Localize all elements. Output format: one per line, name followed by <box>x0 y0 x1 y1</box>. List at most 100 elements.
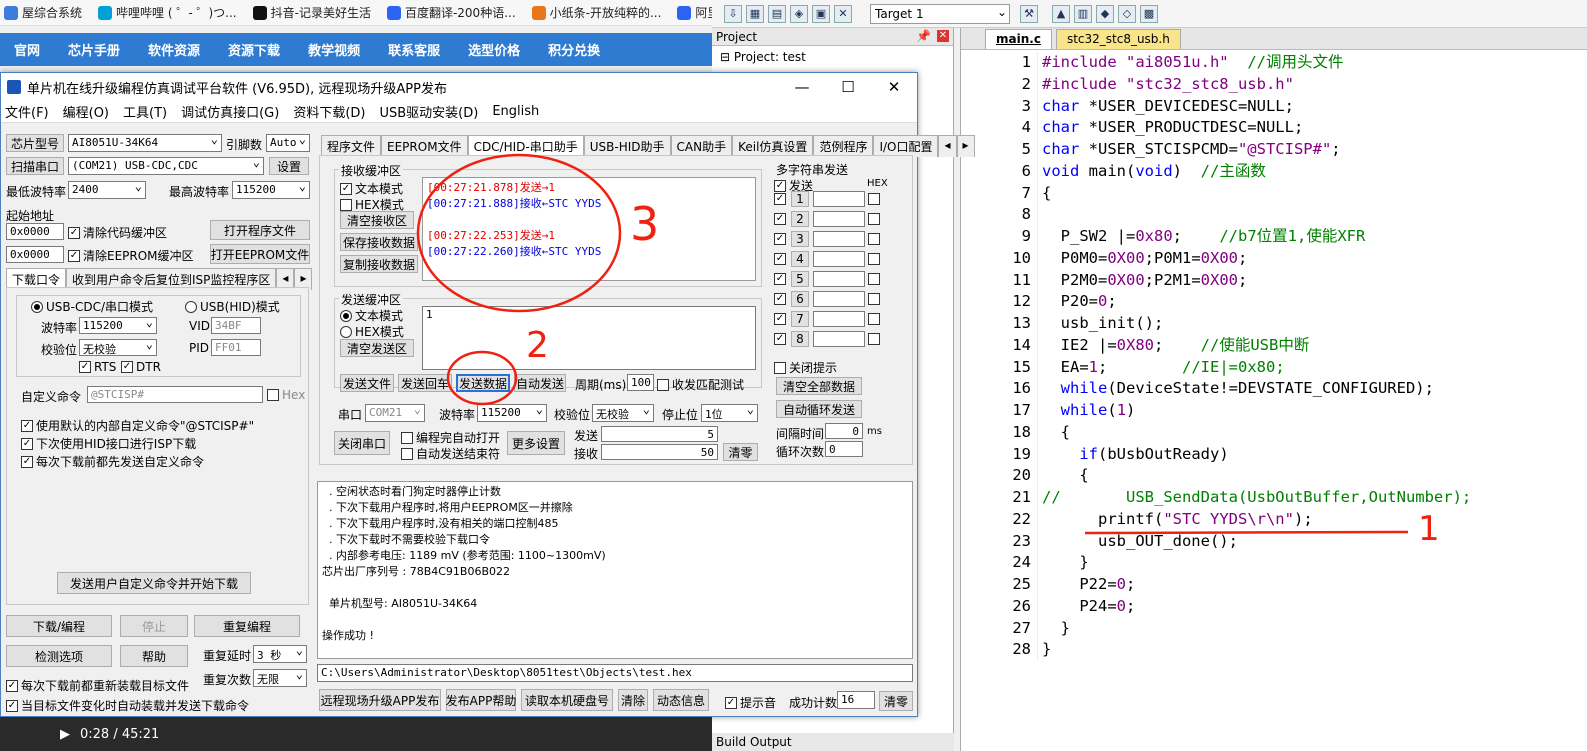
cdc-mode-radio[interactable]: USB-CDC/串口模式 <box>31 298 153 315</box>
settings-button[interactable]: 设置 <box>269 157 309 175</box>
code-line[interactable]: 21// USB_SendData(UsbOutBuffer,OutNumber… <box>961 487 1587 509</box>
multi-send-button[interactable]: 3 <box>791 231 809 247</box>
file-path-field[interactable]: C:\Users\Administrator\Desktop\8051test\… <box>317 664 913 682</box>
code-line[interactable]: 16 while(DeviceState!=DEVSTATE_CONFIGURE… <box>961 378 1587 400</box>
code-line[interactable]: 22 printf("STC YYDS\r\n"); <box>961 508 1587 531</box>
code-line[interactable]: 17 while(1) <box>961 400 1587 422</box>
books-icon[interactable]: ▥ <box>1074 4 1092 23</box>
nav-link[interactable]: 软件资源 <box>134 40 214 59</box>
multi-hex-checkbox[interactable] <box>868 293 880 305</box>
send-file-button[interactable]: 发送文件 <box>340 374 394 392</box>
loop-count-input[interactable]: 0 <box>825 441 863 457</box>
reload-checkbox[interactable]: ✓ 每次下载前都重新装载目标文件 <box>6 677 189 694</box>
bottom-button[interactable]: 清除 <box>618 689 648 711</box>
multi-string-input[interactable] <box>813 231 865 247</box>
code-line[interactable]: 9 P_SW2 |=0x80; //b7位置1,使能XFR <box>961 226 1587 248</box>
close-icon[interactable]: ✕ <box>871 73 917 101</box>
save-receive-button[interactable]: 保存接收数据 <box>340 233 418 251</box>
code-line[interactable]: 14 IE2 |=0X80; //使能USB中断 <box>961 334 1587 357</box>
multi-send-button[interactable]: 8 <box>791 331 809 347</box>
code-line[interactable]: 3 char *USER_DEVICEDESC=NULL; <box>961 95 1587 118</box>
target-select[interactable]: Target 1 ⌄ <box>870 3 1010 24</box>
pack-icon[interactable]: ◇ <box>1118 4 1136 23</box>
multi-enable-checkbox[interactable]: ✓ <box>774 333 786 345</box>
send-textarea[interactable]: 1 <box>422 306 756 370</box>
tab-1[interactable]: 程序文件 <box>321 135 382 157</box>
eeprom-address-input[interactable]: 0x0000 <box>6 246 64 263</box>
more-settings-button[interactable]: 更多设置 <box>507 431 565 455</box>
code-line[interactable]: 1 #include "ai8051u.h" //调用头文件 <box>961 52 1587 74</box>
send-hex-mode-radio[interactable]: HEX模式 <box>340 323 404 340</box>
close-tip-checkbox[interactable]: 关闭提示 <box>774 359 837 376</box>
repeat-program-button[interactable]: 重复编程 <box>194 615 300 637</box>
auto-load-checkbox[interactable]: ✓ 当目标文件变化时自动装载并发送下载命令 <box>6 697 249 714</box>
help-button[interactable]: 帮助 <box>120 645 188 667</box>
code-line[interactable]: 19 if(bUsbOutReady) <box>961 443 1587 466</box>
menu-item[interactable]: 工具(T) <box>123 102 167 121</box>
multi-send-button[interactable]: 6 <box>791 291 809 307</box>
nav-link[interactable]: 联系客服 <box>374 40 454 59</box>
code-line[interactable]: 26 P24=0; <box>961 595 1587 618</box>
repeat-count-select[interactable]: 无限 <box>253 669 307 687</box>
parity2-select[interactable]: 无校验 <box>592 404 654 422</box>
hid-download-checkbox[interactable]: ✓ 下次使用HID接口进行ISP下载 <box>21 435 196 452</box>
code-line[interactable]: 4 char *USER_PRODUCTDESC=NULL; <box>961 117 1587 139</box>
multi-string-input[interactable] <box>813 251 865 267</box>
multi-hex-checkbox[interactable] <box>868 333 880 345</box>
tab-scroll-right[interactable]: ▸ <box>956 135 975 157</box>
code-line[interactable]: 27 } <box>961 617 1587 640</box>
code-line[interactable]: 15 EA=1; //IE|=0x80; <box>961 356 1587 379</box>
serial-port-select[interactable]: COM21 <box>365 404 425 422</box>
bottom-button[interactable]: 读取本机硬盘号 <box>521 689 613 711</box>
multi-string-input[interactable] <box>813 331 865 347</box>
manage-icon[interactable]: ▲ <box>1052 4 1070 23</box>
bottom-button[interactable]: 远程现场升级APP发布 <box>319 689 441 711</box>
multi-enable-checkbox[interactable]: ✓ <box>774 193 786 205</box>
send-custom-checkbox[interactable]: ✓ 每次下载前都先发送自定义命令 <box>21 453 204 470</box>
open-eeprom-button[interactable]: 打开EEPROM文件 <box>210 244 310 264</box>
multi-string-input[interactable] <box>813 311 865 327</box>
download-program-button[interactable]: 下载/编程 <box>6 615 112 637</box>
multi-send-button[interactable]: 4 <box>791 251 809 267</box>
bottom-button[interactable]: 发布APP帮助 <box>446 689 516 711</box>
code-line[interactable]: 6 void main(void) //主函数 <box>961 160 1587 183</box>
clear-count-button[interactable]: 清零 <box>723 443 758 461</box>
clear-success-button[interactable]: 清零 <box>879 691 913 711</box>
rts-checkbox[interactable]: ✓ RTS <box>79 360 116 374</box>
code-line[interactable]: 2 #include "stc32_stc8_usb.h" <box>961 73 1587 96</box>
nav-link[interactable]: 资源下载 <box>214 40 294 59</box>
close-port-button[interactable]: 关闭串口 <box>334 431 390 455</box>
menu-item[interactable]: 调试仿真接口(G) <box>181 102 279 121</box>
menu-item[interactable]: 资料下载(D) <box>293 102 365 121</box>
code-line[interactable]: 24 } <box>961 552 1587 574</box>
pack-installer-icon[interactable]: ▩ <box>1140 4 1158 23</box>
bookmark-item[interactable]: 屋综合系统 <box>4 4 82 21</box>
pins-select[interactable]: Auto <box>266 134 310 152</box>
bookmark-item[interactable]: 小纸条-开放纯粹的... <box>531 4 661 21</box>
stop-button[interactable]: 停止 <box>120 615 188 637</box>
code-line[interactable]: 25 P22=0; <box>961 574 1587 596</box>
nav-link[interactable]: 芯片手册 <box>54 40 134 59</box>
tab-main-c[interactable]: main.c <box>985 29 1052 49</box>
auto-open-checkbox[interactable]: 编程完自动打开 <box>401 429 500 446</box>
port-select[interactable]: (COM21) USB-CDC,CDC <box>68 157 264 175</box>
code-line[interactable]: 7{ <box>961 182 1587 205</box>
multi-string-input[interactable] <box>813 291 865 307</box>
baud2-select[interactable]: 115200 <box>477 404 547 422</box>
code-line[interactable]: 12 P20=0; <box>961 291 1587 313</box>
nav-link[interactable]: 官网 <box>0 40 54 59</box>
menu-item[interactable]: 编程(O) <box>63 102 109 121</box>
nav-link[interactable]: 积分兑换 <box>534 40 614 59</box>
scan-port-button[interactable]: 扫描串口 <box>6 157 64 175</box>
tab-scroll-left[interactable]: ◂ <box>938 135 957 157</box>
min-baud-select[interactable]: 2400 <box>68 181 146 199</box>
multi-enable-checkbox[interactable]: ✓ <box>774 233 786 245</box>
multi-send-button[interactable]: 7 <box>791 311 809 327</box>
beep-checkbox[interactable]: ✓ 提示音 <box>725 694 776 711</box>
hex-checkbox[interactable]: Hex <box>267 388 305 402</box>
multi-hex-checkbox[interactable] <box>868 253 880 265</box>
bookmark-item[interactable]: 百度翻译-200种语... <box>386 4 516 21</box>
code-line[interactable]: 23 usb_OUT_done(); <box>961 530 1587 553</box>
code-line[interactable]: 28} <box>961 639 1587 661</box>
send-data-button[interactable]: 发送数据 <box>456 374 510 392</box>
